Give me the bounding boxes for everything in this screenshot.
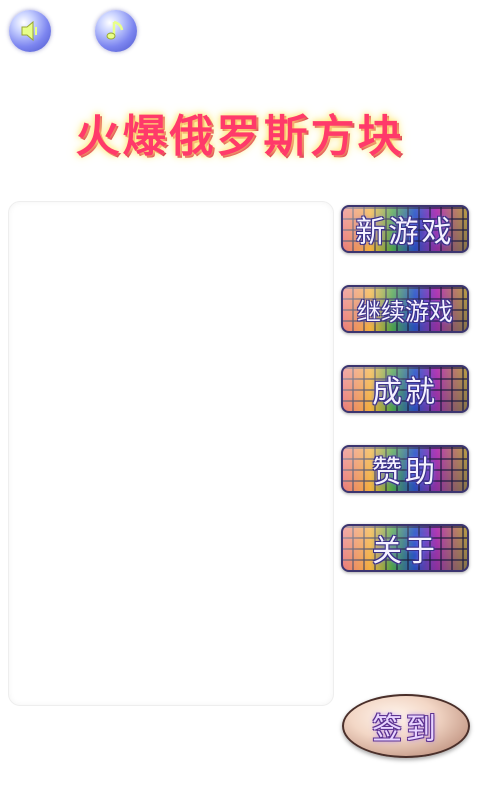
game-board[interactable] bbox=[8, 201, 334, 706]
achievements-button[interactable]: 成就 bbox=[341, 365, 469, 413]
continue-game-label: 继续游戏 bbox=[357, 297, 453, 326]
music-toggle-button[interactable] bbox=[95, 10, 137, 52]
about-button[interactable]: 关于 bbox=[341, 524, 469, 572]
about-label: 关于 bbox=[372, 534, 438, 569]
signin-button[interactable]: 签到 bbox=[342, 694, 470, 758]
sponsor-button[interactable]: 赞助 bbox=[341, 445, 469, 493]
new-game-button[interactable]: 新游戏 bbox=[341, 205, 469, 253]
signin-label: 签到 bbox=[372, 712, 440, 747]
game-title: 火爆俄罗斯方块 bbox=[75, 111, 405, 162]
speaker-icon bbox=[21, 20, 37, 42]
sound-toggle-button[interactable] bbox=[9, 10, 51, 52]
music-note-icon bbox=[106, 20, 124, 40]
sponsor-label: 赞助 bbox=[372, 455, 438, 490]
continue-game-button[interactable]: 继续游戏 bbox=[341, 285, 469, 333]
achievements-label: 成就 bbox=[372, 375, 438, 410]
new-game-label: 新游戏 bbox=[355, 215, 455, 250]
